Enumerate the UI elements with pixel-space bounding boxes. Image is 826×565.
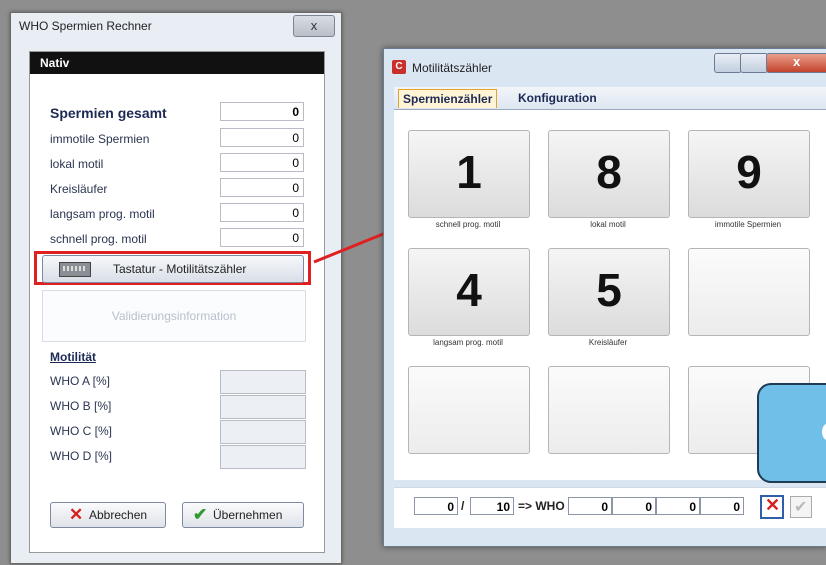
confirm-count-button[interactable]: ✔ [790,496,812,518]
key-1[interactable]: 1 [408,130,530,218]
close-icon: x [793,54,801,69]
close-button[interactable]: x [766,53,826,73]
callout-overlay: C [757,383,826,483]
cancel-count-button[interactable]: ✕ [760,495,784,519]
counter-total[interactable]: 10 [470,497,514,515]
counter-current[interactable]: 0 [414,497,458,515]
key-label: schnell prog. motil [435,220,501,229]
counter-separator: / [461,499,465,513]
key-5[interactable]: 5 [548,248,670,336]
key-number: 9 [736,146,762,198]
key-label: lokal motil [590,220,626,229]
who-d-value: 0 [700,497,744,515]
key-label: immotile Spermien [714,220,782,229]
maximize-button[interactable] [740,53,768,73]
key-label: Kreisläufer [588,338,628,347]
status-bar: 0 / 10 => WHO 0 0 0 0 ✕ ✔ [394,487,826,528]
who-b-value: 0 [612,497,656,515]
app-icon: C [392,60,406,74]
key-empty[interactable] [548,366,670,454]
key-number: 5 [596,264,622,316]
key-number: 4 [456,264,482,316]
window-title: Motilitätszähler [412,61,493,75]
cancel-icon: ✕ [765,495,781,515]
tab-spermienzaehler[interactable]: Spermienzähler [398,89,498,108]
tab-bar: Spermienzähler Konfiguration [394,87,826,110]
who-a-value: 0 [568,497,612,515]
key-number: 8 [596,146,622,198]
key-empty[interactable] [688,248,810,336]
check-icon: ✔ [794,499,808,516]
callout-text: C [821,417,826,448]
key-number: 1 [456,146,482,198]
tab-konfiguration[interactable]: Konfiguration [514,89,601,107]
key-label: langsam prog. motil [433,338,503,347]
key-9[interactable]: 9 [688,130,810,218]
who-arrow: => WHO [518,499,565,513]
key-empty[interactable] [408,366,530,454]
minimize-button[interactable] [714,53,742,73]
key-4[interactable]: 4 [408,248,530,336]
who-c-value: 0 [656,497,700,515]
key-8[interactable]: 8 [548,130,670,218]
